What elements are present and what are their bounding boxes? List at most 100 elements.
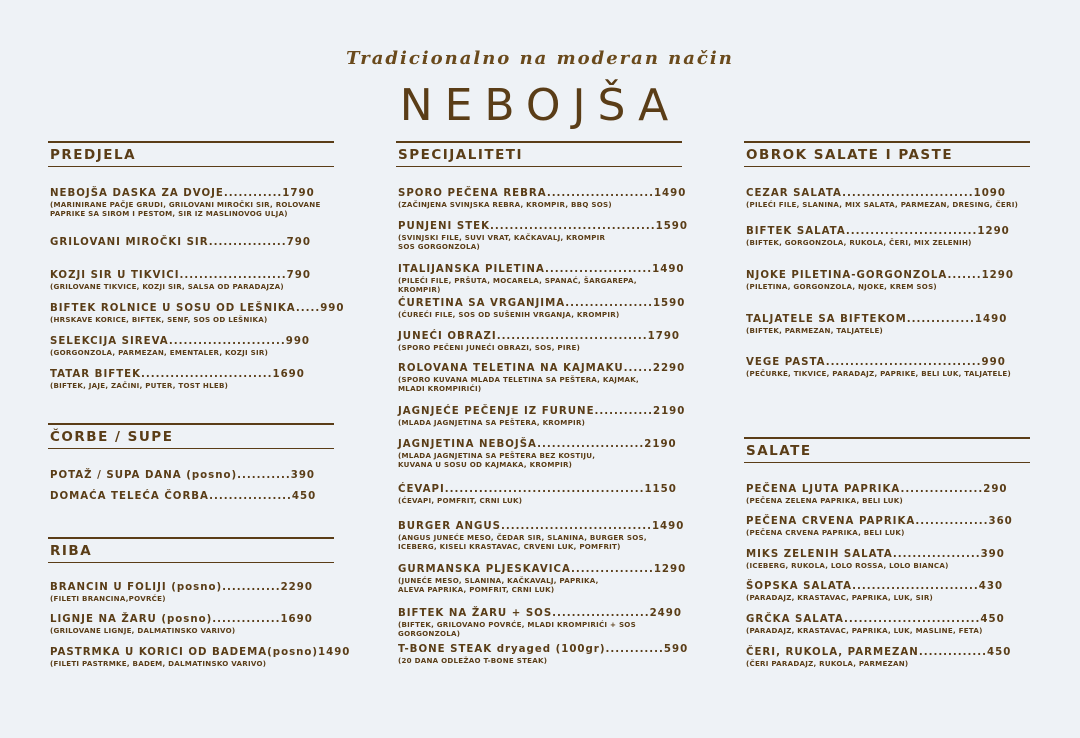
section-rule xyxy=(48,562,334,563)
menu-item: JUNEĆI OBRAZI...........................… xyxy=(398,330,680,352)
menu-item-desc: (MLADA JAGNJETINA SA PEŠTERA, KROMPIR) xyxy=(398,418,586,427)
menu-item-name: KOZJI SIR U TIKVICI.....................… xyxy=(50,270,311,281)
section-rule xyxy=(744,462,1030,463)
menu-item-desc: (PARADAJZ, KRASTAVAC, PAPRIKA, LUK, MASL… xyxy=(746,626,983,635)
menu-item-desc: (GRILOVANE LIGNJE, DALMATINSKO VARIVO) xyxy=(50,626,236,635)
menu-item: LIGNJE NA ŽARU (posno)..............1690… xyxy=(50,613,332,635)
menu-item-desc: (MLADA JAGNJETINA SA PEŠTERA BEZ KOSTIJU… xyxy=(398,451,596,469)
menu-item-name: JUNEĆI OBRAZI...........................… xyxy=(398,331,681,342)
menu-item: PEČENA LJUTA PAPRIKA.................290… xyxy=(746,483,1028,505)
menu-item-name: NEBOJŠA DASKA ZA DVOJE............1790 xyxy=(50,188,315,199)
menu-item-name: T-BONE STEAK dryaged (100gr)............… xyxy=(398,644,689,655)
menu-item-desc: (ANGUS JUNEĆE MESO, ČEDAR SIR, SLANINA, … xyxy=(398,533,647,551)
menu-item: TALJATELE SA BIFTEKOM..............1490 … xyxy=(746,313,1028,335)
menu-item-desc: (PEČENA ZELENA PAPRIKA, BELI LUK) xyxy=(746,496,904,505)
menu-item-desc: (FILETI PASTRMKE, BADEM, DALMATINSKO VAR… xyxy=(50,659,267,668)
menu-item: BIFTEK NA ŽARU + SOS....................… xyxy=(398,607,682,638)
menu-item: VEGE PASTA..............................… xyxy=(746,356,1028,378)
section-rule xyxy=(48,448,334,449)
menu-item-name: BIFTEK ROLNICE U SOSU OD LEŠNIKA.....990 xyxy=(50,303,345,314)
menu-item-name: ŠOPSKA SALATA..........................4… xyxy=(746,581,1004,592)
menu-item: SELEKCIJA SIREVA........................… xyxy=(50,335,332,357)
menu-item: NEBOJŠA DASKA ZA DVOJE............1790 (… xyxy=(50,187,332,218)
menu-item: DOMAĆA TELEĆA ČORBA.................450 xyxy=(50,490,332,503)
menu-item-desc: (ZAČINJENA SVINJSKA REBRA, KROMPIR, BBQ … xyxy=(398,200,612,209)
menu-item-desc: (JUNEĆE MESO, SLANINA, KAČKAVALJ, PAPRIK… xyxy=(398,576,599,594)
menu-item-desc: (GORGONZOLA, PARMEZAN, EMENTALER, KOZJI … xyxy=(50,348,269,357)
menu-item: BIFTEK SALATA...........................… xyxy=(746,225,1028,247)
section-rule xyxy=(48,166,334,167)
menu-item-desc: (BIFTEK, GRILOVANO POVRĆE, MLADI KROMPIR… xyxy=(398,620,636,638)
section-rule xyxy=(744,166,1030,167)
section-title: RIBA xyxy=(50,543,93,559)
menu-item: ITALIJANSKA PILETINA....................… xyxy=(398,263,685,294)
menu-item-name: BRANCIN U FOLIJI (posno)............2290 xyxy=(50,582,313,593)
menu-item: GRILOVANI MIROČKI SIR................790 xyxy=(50,236,332,249)
menu-item-name: DOMAĆA TELEĆA ČORBA.................450 xyxy=(50,491,317,502)
menu-item-desc: (20 DANA ODLEŽAO T-BONE STEAK) xyxy=(398,656,548,665)
menu-item: ŠOPSKA SALATA..........................4… xyxy=(746,580,1028,602)
menu-item-desc: (PEČENA CRVENA PAPRIKA, BELI LUK) xyxy=(746,528,905,537)
menu-item: BRANCIN U FOLIJI (posno)............2290… xyxy=(50,581,332,603)
menu-item-desc: (PILEĆI FILE, PRŠUTA, MOCARELA, SPANAĆ, … xyxy=(398,276,637,294)
menu-item-desc: (ĆUREĆI FILE, SOS OD SUŠENIH VRGANJA, KR… xyxy=(398,310,620,319)
section-salate: SALATE xyxy=(744,437,1030,463)
menu-item-name: ITALIJANSKA PILETINA....................… xyxy=(398,264,685,275)
menu-item-desc: (BIFTEK, JAJE, ZAČINI, PUTER, TOST HLEB) xyxy=(50,381,229,390)
menu-item-desc: (PEČURKE, TIKVICE, PARADAJZ, PAPRIKE, BE… xyxy=(746,369,1011,378)
menu-item-desc: (FILETI BRANCINA,POVRĆE) xyxy=(50,594,166,603)
menu-item-name: VEGE PASTA..............................… xyxy=(746,357,1006,368)
menu-item-name: SPORO PEČENA REBRA......................… xyxy=(398,188,687,199)
menu-item: GRČKA SALATA............................… xyxy=(746,613,1028,635)
menu-item-name: GURMANSKA PLJESKAVICA.................12… xyxy=(398,564,687,575)
menu-item-name: ĆURETINA SA VRGANJIMA..................1… xyxy=(398,298,686,309)
menu-item: SPORO PEČENA REBRA......................… xyxy=(398,187,687,209)
section-predjela: PREDJELA xyxy=(48,141,334,167)
menu-item-name: ČERI, RUKOLA, PARMEZAN..............450 xyxy=(746,647,1012,658)
section-title: OBROK SALATE I PASTE xyxy=(746,147,954,163)
menu-item-name: ĆEVAPI..................................… xyxy=(398,484,677,495)
menu-item-desc: (BIFTEK, PARMEZAN, TALJATELE) xyxy=(746,326,884,335)
menu-item-name: BIFTEK SALATA...........................… xyxy=(746,226,1010,237)
section-title: SALATE xyxy=(746,443,812,459)
menu-item-name: BIFTEK NA ŽARU + SOS....................… xyxy=(398,608,682,619)
menu-item-name: ROLOVANA TELETINA NA KAJMAKU......2290 xyxy=(398,363,686,374)
menu-item-desc: (MARINIRANE PAČJE GRUDI, GRILOVANI MIROČ… xyxy=(50,200,321,218)
section-specijaliteti: SPECIJALITETI xyxy=(396,141,682,167)
menu-item-name: LIGNJE NA ŽARU (posno)..............1690 xyxy=(50,614,313,625)
menu-item-desc: (ČERI PARADAJZ, RUKOLA, PARMEZAN) xyxy=(746,659,909,668)
section-obrok-salate: OBROK SALATE I PASTE xyxy=(744,141,1030,167)
menu-item-name: JAGNJEĆE PEČENJE IZ FURUNE............21… xyxy=(398,406,686,417)
menu-item: BURGER ANGUS............................… xyxy=(398,520,685,551)
menu-item: GURMANSKA PLJESKAVICA.................12… xyxy=(398,563,687,594)
menu-item-name: TATAR BIFTEK...........................1… xyxy=(50,369,305,380)
menu-item: ĆEVAPI..................................… xyxy=(398,483,680,505)
menu-item: NJOKE PILETINA-GORGONZOLA.......1290 (PI… xyxy=(746,269,1028,291)
menu-item-name: MIKS ZELENIH SALATA..................390 xyxy=(746,549,1005,560)
menu-item-desc: (GRILOVANE TIKVICE, KOZJI SIR, SALSA OD … xyxy=(50,282,284,291)
menu-item-desc: (PILETINA, GORGONZOLA, NJOKE, KREM SOS) xyxy=(746,282,937,291)
menu-item-desc: (ĆEVAPI, POMFRIT, CRNI LUK) xyxy=(398,496,523,505)
menu-item: TATAR BIFTEK...........................1… xyxy=(50,368,332,390)
menu-item-desc: (SPORO KUVANA MLADA TELETINA SA PEŠTERA,… xyxy=(398,375,639,393)
menu-item: PASTRMKA U KORICI OD BADEMA(posno)1490 (… xyxy=(50,646,351,668)
menu-item-name: POTAŽ / SUPA DANA (posno)...........390 xyxy=(50,470,315,481)
menu-item-name: GRČKA SALATA............................… xyxy=(746,614,1005,625)
menu-item-name: BURGER ANGUS............................… xyxy=(398,521,685,532)
menu-item: ĆURETINA SA VRGANJIMA..................1… xyxy=(398,297,686,319)
section-rule xyxy=(396,166,682,167)
menu-item: KOZJI SIR U TIKVICI.....................… xyxy=(50,269,332,291)
menu-item-name: GRILOVANI MIROČKI SIR................790 xyxy=(50,237,311,248)
tagline: Tradicionalno na moderan način xyxy=(346,48,734,69)
menu-item-name: NJOKE PILETINA-GORGONZOLA.......1290 xyxy=(746,270,1014,281)
menu-item-name: PASTRMKA U KORICI OD BADEMA(posno)1490 xyxy=(50,647,351,658)
menu-item: PEČENA CRVENA PAPRIKA...............360 … xyxy=(746,515,1028,537)
menu-item: MIKS ZELENIH SALATA..................390… xyxy=(746,548,1028,570)
menu-item-desc: (PARADAJZ, KRASTAVAC, PAPRIKA, LUK, SIR) xyxy=(746,593,934,602)
menu-item-name: PEČENA LJUTA PAPRIKA.................290 xyxy=(746,484,1008,495)
menu-item-name: PEČENA CRVENA PAPRIKA...............360 xyxy=(746,516,1013,527)
section-riba: RIBA xyxy=(48,537,334,563)
menu-item-desc: (ICEBERG, RUKOLA, LOLO ROSSA, LOLO BIANC… xyxy=(746,561,949,570)
restaurant-title: NEBOJŠA xyxy=(399,80,681,131)
section-corbe: ČORBE / SUPE xyxy=(48,423,334,449)
